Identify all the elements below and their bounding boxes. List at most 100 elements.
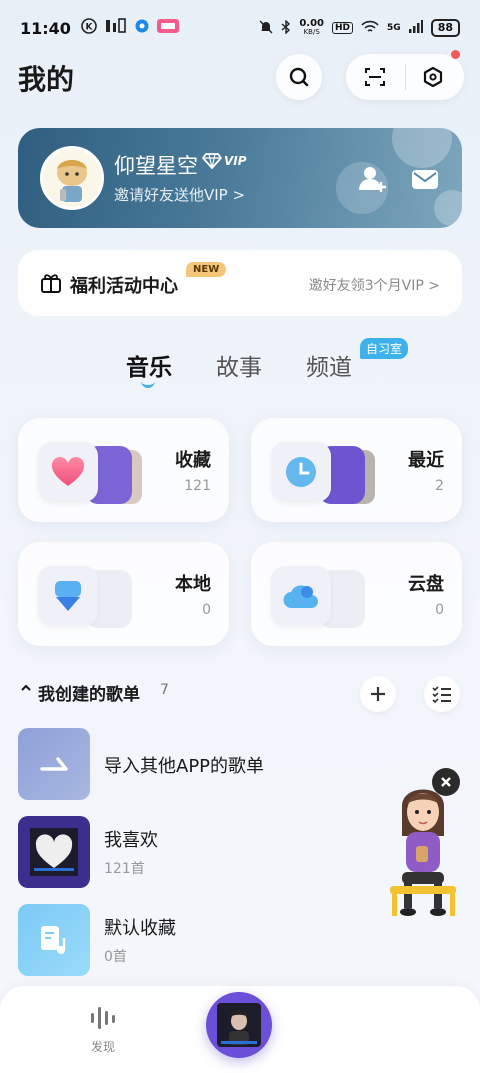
nav-discover[interactable]: 发现	[78, 1004, 128, 1055]
k-app-icon: K	[81, 18, 97, 38]
avatar-image	[43, 149, 101, 207]
bluetooth-icon	[281, 18, 291, 37]
manage-playlists-button[interactable]	[424, 676, 460, 712]
music-file-icon	[41, 926, 66, 954]
gift-icon	[41, 274, 61, 293]
wifi-icon	[361, 20, 379, 37]
mail-icon	[412, 170, 438, 189]
playlist-cover	[18, 904, 90, 976]
close-icon	[441, 777, 451, 787]
page-title: 我的	[18, 63, 75, 96]
card-recent[interactable]: 最近 2	[251, 418, 462, 522]
cloud-icon	[283, 585, 319, 609]
playlist-liked[interactable]: 我喜欢 121首	[18, 816, 438, 888]
card-count: 0	[202, 602, 211, 618]
welfare-invite-link[interactable]: 邀好友领3个月VIP >	[309, 275, 440, 295]
welfare-title: 福利活动中心	[70, 276, 178, 297]
signal-icon	[408, 19, 423, 37]
net-speed-unit: KB/S	[303, 28, 320, 36]
my-playlists-header: 我创建的歌单 7	[0, 676, 480, 712]
scan-icon	[365, 68, 385, 86]
diamond-icon	[202, 153, 222, 169]
playlist-name: 我喜欢	[104, 830, 158, 851]
card-count: 0	[435, 602, 444, 618]
card-cloud-drive[interactable]: 云盘 0	[251, 542, 462, 646]
search-button[interactable]	[276, 54, 322, 100]
local-icon	[55, 581, 81, 611]
tab-stories[interactable]: 故事	[216, 348, 262, 382]
notification-dot	[451, 50, 460, 59]
card-label: 本地	[175, 574, 211, 595]
messages-button[interactable]	[410, 164, 440, 194]
section-title[interactable]: 我创建的歌单	[38, 680, 140, 705]
nav-discover-label: 发现	[90, 1040, 115, 1054]
playlist-default[interactable]: 默认收藏 0首	[18, 904, 438, 976]
status-bar: 11:40 K 0.00 KB/S HD 5G 88	[0, 0, 480, 56]
card-label: 收藏	[175, 450, 211, 471]
card-count: 121	[184, 478, 211, 494]
tab-active-indicator	[141, 380, 155, 388]
pill-divider	[405, 64, 406, 90]
signal-type: 5G	[387, 23, 401, 33]
close-widget-button[interactable]	[432, 768, 460, 796]
heart-icon	[51, 457, 85, 486]
svg-text:K: K	[85, 23, 93, 33]
add-playlist-button[interactable]	[360, 676, 396, 712]
card-favorites[interactable]: 收藏 121	[18, 418, 229, 522]
clock-icon	[286, 457, 316, 487]
thumb-front	[271, 442, 331, 502]
liked-cover-image	[30, 828, 78, 876]
net-speed-value: 0.00	[299, 18, 325, 29]
add-friend-button[interactable]	[358, 164, 388, 194]
import-icon	[40, 757, 68, 771]
tab-channel[interactable]: 频道	[306, 348, 352, 382]
collapse-caret-icon[interactable]	[20, 682, 32, 697]
playlist-import[interactable]: 导入其他APP的歌单	[18, 728, 438, 800]
plus-icon	[371, 687, 385, 701]
thumb-front	[271, 566, 331, 626]
playlist-track-count: 121首	[104, 861, 145, 877]
playlist-track-count: 0首	[104, 949, 127, 965]
discover-waveform-icon	[91, 1007, 115, 1029]
profile-card[interactable]: 仰望星空 VIP 邀请好友送他VIP >	[18, 128, 462, 228]
add-friend-icon	[359, 167, 386, 192]
card-count: 2	[435, 478, 444, 494]
welfare-center-card[interactable]: 福利活动中心 NEW 邀好友领3个月VIP >	[18, 250, 462, 316]
page-header: 我的	[0, 50, 480, 100]
status-time: 11:40	[20, 18, 71, 38]
playlist-name: 默认收藏	[104, 918, 176, 939]
vip-label: VIP	[224, 154, 247, 168]
section-count: 7	[160, 682, 169, 698]
battery-indicator: 88	[430, 19, 460, 37]
vip-badge[interactable]: VIP	[202, 153, 247, 169]
bottom-navigation: 发现	[0, 986, 480, 1073]
playlist-cover	[18, 816, 90, 888]
card-local[interactable]: 本地 0	[18, 542, 229, 646]
playlist-cover	[18, 728, 90, 800]
thumb-front	[38, 442, 98, 502]
tab-music[interactable]: 音乐	[126, 348, 172, 382]
invite-link[interactable]: 邀请好友送他VIP >	[114, 184, 245, 205]
now-playing-button[interactable]	[206, 992, 272, 1058]
settings-button[interactable]	[422, 66, 444, 92]
browser-icon	[135, 19, 149, 37]
scan-button[interactable]	[364, 66, 386, 92]
avatar[interactable]	[40, 146, 104, 210]
username[interactable]: 仰望星空	[114, 150, 198, 180]
checklist-icon	[432, 686, 451, 703]
playlist-name: 导入其他APP的歌单	[104, 756, 265, 777]
search-icon	[289, 67, 309, 87]
new-badge: NEW	[186, 262, 227, 277]
video-app-icon	[156, 19, 179, 37]
thumb-front	[38, 566, 98, 626]
mute-icon	[259, 20, 273, 37]
study-room-tag[interactable]: 自习室	[360, 338, 409, 359]
settings-hexagon-icon	[423, 66, 443, 88]
card-label: 云盘	[408, 574, 444, 595]
card-label: 最近	[408, 450, 444, 471]
header-actions-pill	[346, 50, 464, 100]
net-speed: 0.00 KB/S	[299, 19, 324, 37]
content-tabs: 音乐 故事 频道 自习室	[0, 338, 480, 388]
hd-badge: HD	[332, 22, 354, 34]
music-app-icon	[105, 18, 127, 38]
